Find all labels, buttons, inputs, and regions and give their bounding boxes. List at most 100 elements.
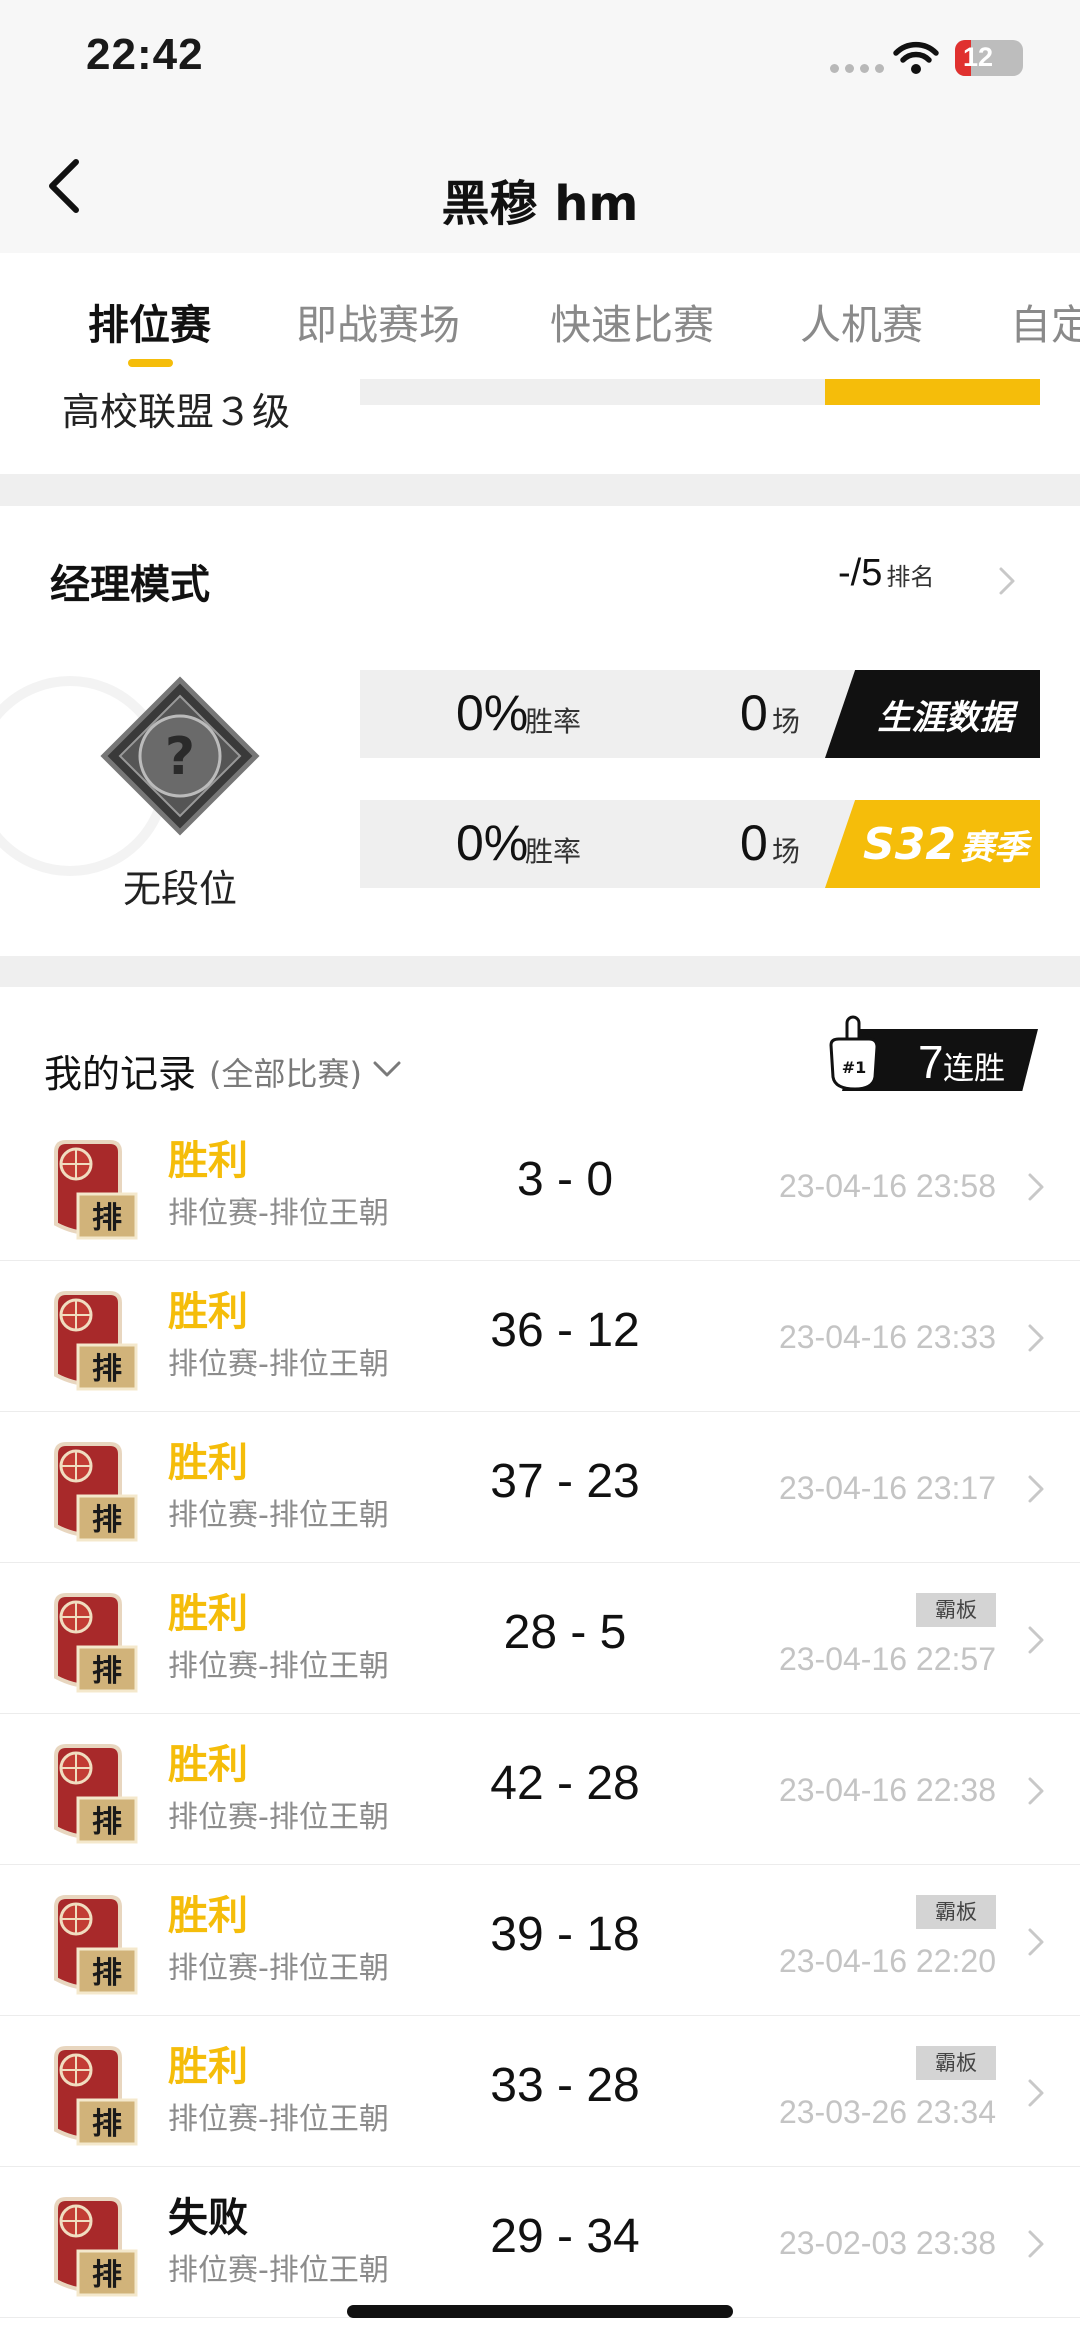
nav-bar: 黑穆 hm <box>0 118 1080 253</box>
svg-text:排: 排 <box>92 1201 122 1236</box>
ranked-basketball-icon: 排 <box>54 1744 138 1844</box>
section-divider <box>0 956 1080 988</box>
chevron-right-icon[interactable] <box>998 566 1016 596</box>
chevron-right-icon <box>1028 2079 1044 2107</box>
season-win-rate-label: 胜率 <box>525 835 582 868</box>
ranked-basketball-icon: 排 <box>54 2197 138 2297</box>
season-win-rate: 0% <box>456 815 529 871</box>
tab-instant-arena[interactable]: 即战赛场 <box>296 291 460 351</box>
rank-value: -/5 <box>838 552 883 594</box>
league-level-label: 高校联盟３级 <box>62 390 291 434</box>
match-date: 23-04-16 22:38 <box>778 1772 996 1808</box>
tab-quick-match[interactable]: 快速比赛 <box>550 291 714 351</box>
match-score: 3 - 0 <box>516 1153 614 1206</box>
rank-link[interactable]: -/5 排名 <box>838 552 934 595</box>
season-games: 0 <box>740 815 768 871</box>
match-date: 23-04-16 23:33 <box>778 1319 996 1355</box>
ranked-basketball-icon: 排 <box>54 1291 138 1391</box>
chevron-right-icon <box>1028 1475 1044 1503</box>
cellular-signal-icon <box>830 64 884 73</box>
match-mode: 排位赛-排位王朝 <box>168 1951 389 1986</box>
streak-label: 连胜 <box>943 1051 1005 1087</box>
ranked-basketball-icon: 排 <box>54 1593 138 1693</box>
svg-text:排: 排 <box>92 1503 122 1538</box>
match-record-row[interactable]: 排 胜利 排位赛-排位王朝 36 - 12 23-04-16 23:33 <box>0 1261 1080 1412</box>
ranked-basketball-icon: 排 <box>54 1140 138 1240</box>
chevron-right-icon <box>1028 1324 1044 1352</box>
match-result: 胜利 <box>168 1742 248 1788</box>
match-date: 23-03-26 23:34 <box>778 2094 996 2130</box>
battery-level: 12 <box>963 42 994 72</box>
season-code: S32 <box>863 818 956 870</box>
peek-season-tag <box>825 379 1040 405</box>
status-time: 22:42 <box>86 30 204 79</box>
mvp-badge: 霸板 <box>916 2046 996 2080</box>
match-date: 23-04-16 22:57 <box>778 1641 996 1677</box>
chevron-right-icon <box>1028 2230 1044 2258</box>
tab-ranked[interactable]: 排位赛 <box>88 291 211 351</box>
season-stats-bar[interactable]: 0% 胜率 0 场 S32 赛季 <box>360 800 1040 888</box>
match-result: 胜利 <box>168 2044 248 2090</box>
match-record-row[interactable]: 排 胜利 排位赛-排位王朝 37 - 23 23-04-16 23:17 <box>0 1412 1080 1563</box>
svg-text:#1: #1 <box>842 1058 867 1077</box>
tab-custom[interactable]: 自定 <box>1010 291 1080 351</box>
match-mode: 排位赛-排位王朝 <box>168 2102 389 2137</box>
manager-mode-card: 经理模式 -/5 排名 ? 无段位 0% 胜率 0 场 生涯数据 0% 胜率 0… <box>0 506 1080 956</box>
svg-text:排: 排 <box>92 1956 122 1991</box>
manager-mode-title: 经理模式 <box>50 562 210 608</box>
match-record-row[interactable]: 排 胜利 排位赛-排位王朝 28 - 5 霸板 23-04-16 22:57 <box>0 1563 1080 1714</box>
season-label: 赛季 <box>959 827 1028 868</box>
svg-text:排: 排 <box>92 1805 122 1840</box>
chevron-right-icon <box>1028 1173 1044 1201</box>
match-score: 37 - 23 <box>490 1455 640 1508</box>
svg-text:排: 排 <box>92 1654 122 1689</box>
career-win-rate: 0% <box>456 685 529 741</box>
previous-section-peek: 高校联盟３级 <box>0 379 1080 474</box>
my-records-section: 我的记录 (全部比赛) #1 7 连胜 排胜利 排位赛-排位王朝 3 - 0 23-0… <box>0 987 1080 2337</box>
match-result: 胜利 <box>168 1289 248 1335</box>
match-record-row[interactable]: 排 胜利 排位赛-排位王朝 3 - 0 23-04-16 23:58 <box>0 1110 1080 1261</box>
career-games-label: 场 <box>772 705 801 738</box>
home-indicator <box>347 2305 733 2318</box>
match-score: 33 - 28 <box>490 2059 640 2112</box>
match-date: 23-04-16 22:20 <box>778 1943 996 1979</box>
match-record-row[interactable]: 排 胜利排位赛-排位王朝 33 - 28 霸板 23-03-26 23:34 <box>0 2016 1080 2167</box>
match-date: 23-02-03 23:38 <box>778 2225 996 2261</box>
battery-icon: 12 <box>955 40 1023 76</box>
season-games-label: 场 <box>772 835 801 868</box>
svg-text:排: 排 <box>92 2258 122 2293</box>
match-mode: 排位赛-排位王朝 <box>168 1196 389 1231</box>
match-record-row[interactable]: 排 胜利 排位赛-排位王朝 39 - 18 霸板 23-04-16 22:20 <box>0 1865 1080 2016</box>
ranked-basketball-icon: 排 <box>54 1442 138 1542</box>
status-bar: 22:42 12 <box>0 0 1080 118</box>
match-mode: 排位赛-排位王朝 <box>168 2253 389 2288</box>
season-tag[interactable]: S32 赛季 <box>825 800 1040 888</box>
match-result: 失败 <box>168 2195 248 2241</box>
match-date: 23-04-16 23:58 <box>778 1168 996 1204</box>
tab-vs-ai[interactable]: 人机赛 <box>800 291 923 351</box>
match-record-row[interactable]: 排 失败排位赛-排位王朝 29 - 34 23-02-03 23:38 <box>0 2167 1080 2318</box>
chevron-down-icon[interactable] <box>372 1059 402 1079</box>
ranked-basketball-icon: 排 <box>54 2046 138 2146</box>
match-date: 23-04-16 23:17 <box>778 1470 996 1506</box>
career-data-label: 生涯数据 <box>877 697 1014 738</box>
svg-text:排: 排 <box>92 2107 122 2142</box>
peek-stat-bar <box>360 379 825 405</box>
match-score: 28 - 5 <box>503 1606 627 1659</box>
career-data-tag[interactable]: 生涯数据 <box>825 670 1040 758</box>
match-record-row[interactable]: 排 胜利 排位赛-排位王朝 42 - 28 23-04-16 22:38 <box>0 1714 1080 1865</box>
active-tab-indicator <box>128 359 173 367</box>
chevron-right-icon <box>1028 1626 1044 1654</box>
chevron-right-icon <box>1028 1928 1044 1956</box>
section-divider <box>0 474 1080 506</box>
records-filter[interactable]: (全部比赛) <box>209 1049 362 1095</box>
match-score: 36 - 12 <box>490 1304 640 1357</box>
match-mode: 排位赛-排位王朝 <box>168 1649 389 1684</box>
career-stats-bar[interactable]: 0% 胜率 0 场 生涯数据 <box>360 670 1040 758</box>
page-title: 黑穆 hm <box>441 176 639 232</box>
rank-label: 排名 <box>886 563 935 591</box>
match-score: 29 - 34 <box>490 2210 640 2263</box>
career-games: 0 <box>740 685 768 741</box>
match-result: 胜利 <box>168 1893 248 1939</box>
ranked-basketball-icon: 排 <box>54 1895 138 1995</box>
